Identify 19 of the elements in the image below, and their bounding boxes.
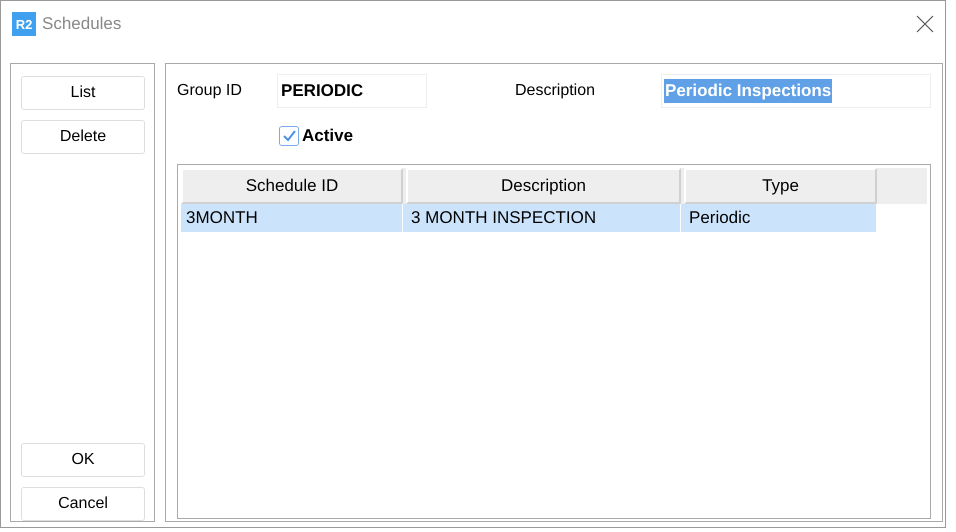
window-title: Schedules (42, 14, 122, 34)
table-cell: 3MONTH (181, 204, 403, 232)
column-header[interactable]: Description (406, 168, 681, 204)
side-button[interactable]: Delete (21, 120, 145, 154)
dialog-button[interactable]: OK (21, 443, 145, 477)
table-cell: Periodic (684, 204, 877, 232)
table-cell: 3 MONTH INSPECTION (406, 204, 681, 232)
field-label: Group ID (177, 82, 243, 100)
close-icon[interactable] (916, 15, 934, 33)
column-header[interactable]: Schedule ID (181, 168, 403, 204)
dialog-button[interactable]: Cancel (21, 487, 145, 521)
checkbox-label: Active (302, 126, 354, 146)
field-label: Description (515, 82, 596, 100)
app-logo: R2 (12, 12, 36, 36)
active-checkbox[interactable] (279, 126, 299, 146)
side-button[interactable]: List (21, 76, 145, 110)
group-id-field[interactable]: PERIODIC (277, 74, 427, 108)
table-row[interactable]: 3MONTH 3 MONTH INSPECTION Periodic (181, 204, 877, 232)
column-header[interactable]: Type (684, 168, 877, 204)
